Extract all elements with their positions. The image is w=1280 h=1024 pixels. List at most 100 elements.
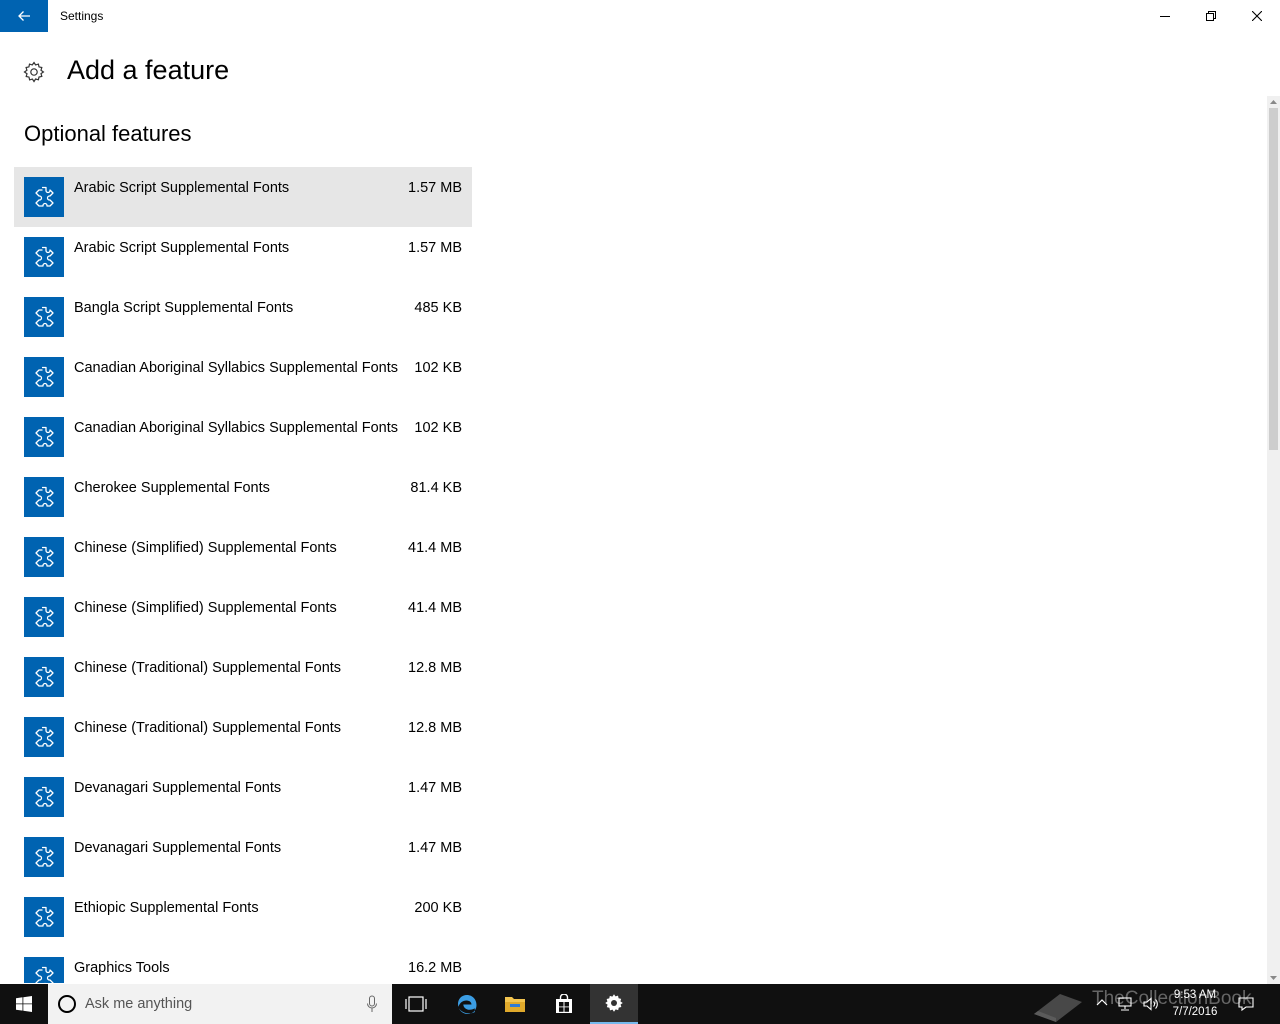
puzzle-piece-icon xyxy=(35,786,54,807)
puzzle-piece-icon xyxy=(35,306,54,327)
feature-icon-tile xyxy=(24,237,64,277)
chevron-up-icon[interactable] xyxy=(1096,996,1108,1010)
feature-item[interactable]: Graphics Tools 16.2 MB xyxy=(14,947,472,983)
feature-item[interactable]: Chinese (Traditional) Supplemental Fonts… xyxy=(14,647,472,707)
feature-icon-tile xyxy=(24,597,64,637)
scroll-thumb[interactable] xyxy=(1269,108,1278,450)
search-box[interactable]: Ask me anything xyxy=(48,984,392,1024)
file-explorer-button[interactable] xyxy=(491,984,539,1024)
page-title: Add a feature xyxy=(67,55,230,85)
chevron-down-icon xyxy=(1270,976,1277,980)
feature-item[interactable]: Bangla Script Supplemental Fonts 485 KB xyxy=(14,287,472,347)
chevron-up-icon xyxy=(1270,100,1277,104)
window-title: Settings xyxy=(60,9,104,23)
feature-size: 1.57 MB xyxy=(408,240,462,256)
scrollbar[interactable] xyxy=(1267,96,1280,984)
feature-icon-tile xyxy=(24,357,64,397)
feature-name: Cherokee Supplemental Fonts xyxy=(74,480,270,496)
feature-item[interactable]: Arabic Script Supplemental Fonts 1.57 MB xyxy=(14,167,472,227)
feature-item[interactable]: Chinese (Traditional) Supplemental Fonts… xyxy=(14,707,472,767)
feature-size: 41.4 MB xyxy=(408,540,462,556)
puzzle-piece-icon xyxy=(35,546,54,567)
puzzle-piece-icon xyxy=(35,906,54,927)
feature-icon-tile xyxy=(24,897,64,937)
clock-time: 9:53 AM xyxy=(1173,989,1217,1001)
feature-name: Chinese (Traditional) Supplemental Fonts xyxy=(74,660,342,676)
feature-item[interactable]: Devanagari Supplemental Fonts 1.47 MB xyxy=(14,827,472,887)
feature-item[interactable]: Devanagari Supplemental Fonts 1.47 MB xyxy=(14,767,472,827)
puzzle-piece-icon xyxy=(35,246,54,267)
feature-icon-tile xyxy=(24,657,64,697)
store-button[interactable] xyxy=(540,984,588,1024)
gear-icon xyxy=(23,61,45,83)
feature-list: Arabic Script Supplemental Fonts 1.57 MB A… xyxy=(14,167,472,983)
watermark-book-icon xyxy=(1034,994,1082,1022)
feature-item[interactable]: Cherokee Supplemental Fonts 81.4 KB xyxy=(14,467,472,527)
puzzle-piece-icon xyxy=(35,846,54,867)
puzzle-piece-icon xyxy=(35,486,54,507)
task-view-icon xyxy=(405,996,427,1012)
start-button[interactable] xyxy=(0,984,48,1024)
feature-size: 1.47 MB xyxy=(408,840,462,856)
restore-icon xyxy=(1206,11,1216,21)
feature-icon-tile xyxy=(24,477,64,517)
feature-size: 1.57 MB xyxy=(408,180,462,196)
gear-icon xyxy=(605,994,623,1012)
feature-size: 41.4 MB xyxy=(408,600,462,616)
taskbar: Ask me anything TheCollectionBook 9:53 A… xyxy=(0,984,1280,1024)
feature-name: Chinese (Traditional) Supplemental Fonts xyxy=(74,720,342,736)
puzzle-piece-icon xyxy=(35,186,54,207)
edge-button[interactable] xyxy=(443,984,491,1024)
feature-name: Graphics Tools xyxy=(74,960,170,976)
feature-size: 200 KB xyxy=(414,900,462,916)
feature-icon-tile xyxy=(24,837,64,877)
feature-name: Arabic Script Supplemental Fonts xyxy=(74,180,290,196)
minimize-icon xyxy=(1160,16,1170,17)
close-button[interactable] xyxy=(1234,0,1280,32)
feature-icon-tile xyxy=(24,717,64,757)
feature-size: 81.4 KB xyxy=(410,480,462,496)
feature-name: Canadian Aboriginal Syllabics Supplement… xyxy=(74,360,399,376)
feature-name: Devanagari Supplemental Fonts xyxy=(74,780,282,796)
feature-name: Arabic Script Supplemental Fonts xyxy=(74,240,290,256)
task-view-button[interactable] xyxy=(392,984,440,1024)
microphone-icon[interactable] xyxy=(366,995,378,1013)
folder-icon xyxy=(505,997,525,1012)
store-bag-icon xyxy=(556,994,572,1013)
puzzle-piece-icon xyxy=(35,606,54,627)
feature-size: 12.8 MB xyxy=(408,660,462,676)
puzzle-piece-icon xyxy=(35,366,54,387)
scroll-up-button[interactable] xyxy=(1267,96,1280,108)
feature-item[interactable]: Chinese (Simplified) Supplemental Fonts 4… xyxy=(14,527,472,587)
feature-name: Bangla Script Supplemental Fonts xyxy=(74,300,294,316)
feature-item[interactable]: Canadian Aboriginal Syllabics Supplement… xyxy=(14,347,472,407)
windows-logo-icon xyxy=(16,996,32,1012)
feature-name: Chinese (Simplified) Supplemental Fonts xyxy=(74,600,337,616)
clock[interactable]: 9:53 AM 7/7/2016 xyxy=(1166,987,1224,1021)
settings-taskbar-button[interactable] xyxy=(590,984,638,1024)
feature-item[interactable]: Canadian Aboriginal Syllabics Supplement… xyxy=(14,407,472,467)
puzzle-piece-icon xyxy=(35,726,54,747)
feature-item[interactable]: Ethiopic Supplemental Fonts 200 KB xyxy=(14,887,472,947)
feature-name: Canadian Aboriginal Syllabics Supplement… xyxy=(74,420,399,436)
close-icon xyxy=(1252,11,1262,21)
section-title: Optional features xyxy=(24,121,192,146)
volume-icon[interactable] xyxy=(1142,995,1160,1013)
action-center-icon[interactable] xyxy=(1237,995,1255,1013)
edge-icon xyxy=(458,995,477,1014)
feature-name: Chinese (Simplified) Supplemental Fonts xyxy=(74,540,337,556)
back-button[interactable] xyxy=(0,0,48,32)
feature-name: Devanagari Supplemental Fonts xyxy=(74,840,282,856)
search-placeholder: Ask me anything xyxy=(85,996,193,1012)
feature-item[interactable]: Arabic Script Supplemental Fonts 1.57 MB xyxy=(14,227,472,287)
minimize-button[interactable] xyxy=(1142,0,1188,32)
network-icon[interactable] xyxy=(1117,995,1135,1013)
cortana-icon xyxy=(58,995,76,1013)
feature-size: 102 KB xyxy=(414,420,462,436)
scroll-down-button[interactable] xyxy=(1267,972,1280,984)
restore-button[interactable] xyxy=(1188,0,1234,32)
feature-size: 12.8 MB xyxy=(408,720,462,736)
feature-icon-tile xyxy=(24,777,64,817)
feature-name: Ethiopic Supplemental Fonts xyxy=(74,900,259,916)
feature-item[interactable]: Chinese (Simplified) Supplemental Fonts 4… xyxy=(14,587,472,647)
